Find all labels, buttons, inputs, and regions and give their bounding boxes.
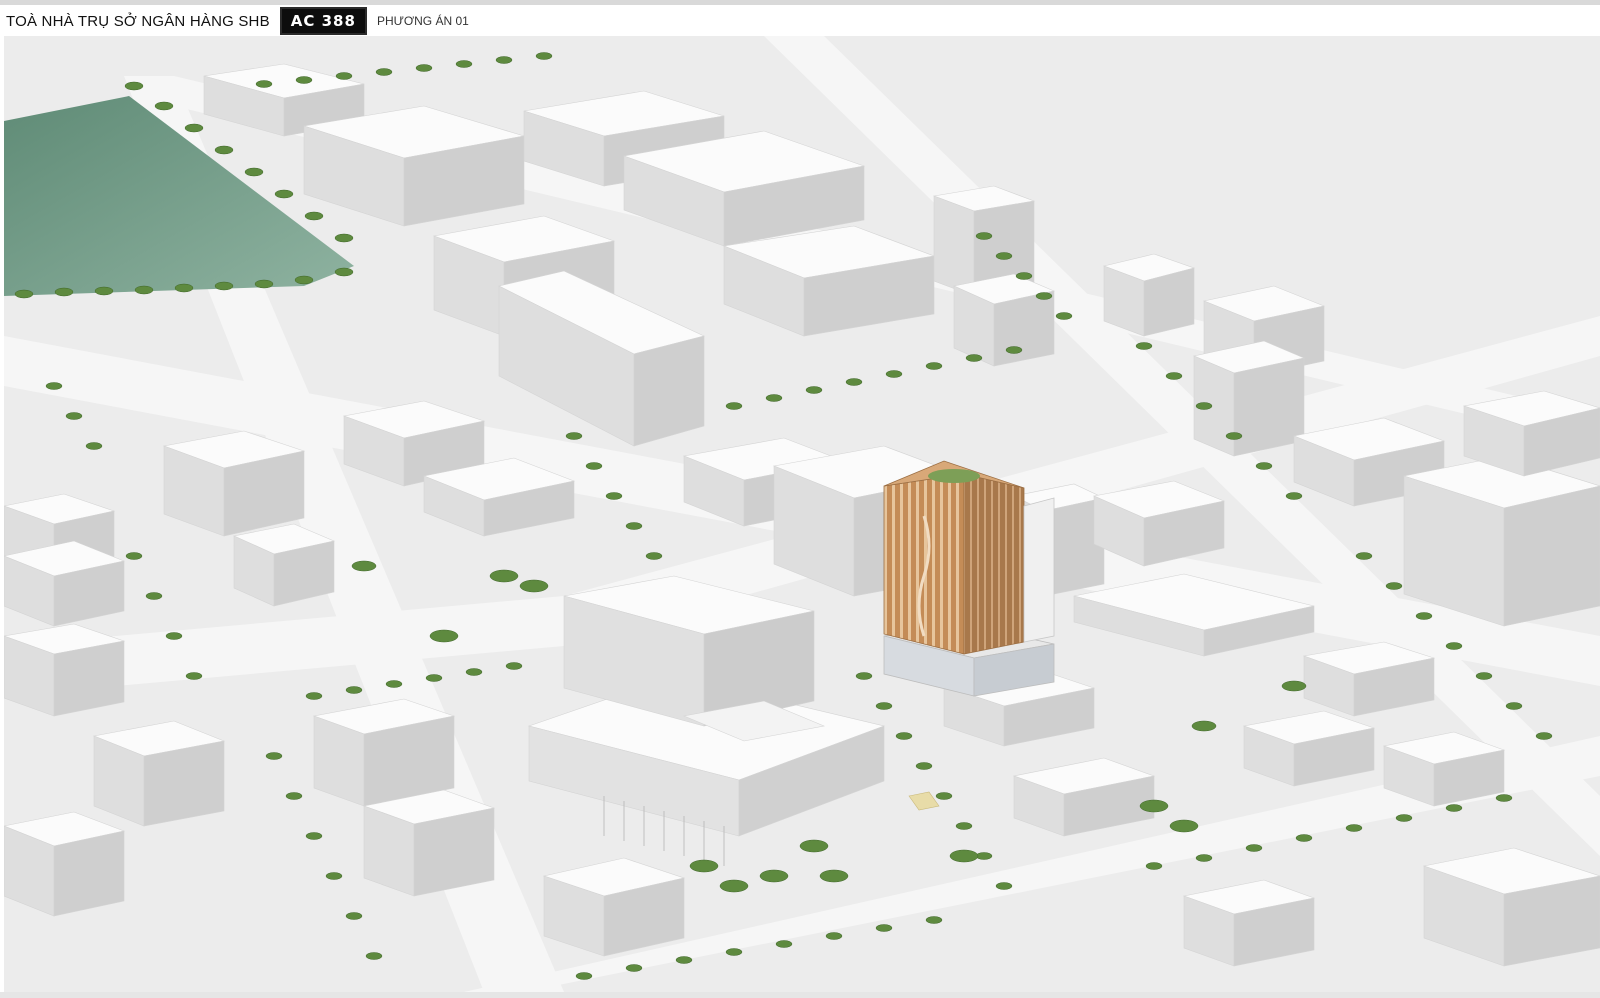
tower-roof-garden <box>928 469 980 483</box>
building-block <box>1182 879 1316 967</box>
building-block <box>1102 253 1196 337</box>
adjacent-annex <box>1023 497 1055 643</box>
building-block <box>362 789 496 897</box>
building-block <box>953 273 1055 367</box>
tower-facade-front <box>883 473 965 655</box>
drawing-sheet: TOÀ NHÀ TRỤ SỞ NGÂN HÀNG SHB AC 388 PHƯƠ… <box>0 0 1600 998</box>
building-block <box>162 430 306 537</box>
building-block <box>312 698 456 807</box>
building-block <box>1402 455 1600 627</box>
top-border <box>0 0 1600 5</box>
tower-facade-side <box>963 473 1025 655</box>
firm-logo-badge: AC 388 <box>279 7 367 35</box>
building-block <box>92 720 226 827</box>
building-block <box>4 623 126 717</box>
project-title: TOÀ NHÀ TRỤ SỞ NGÂN HÀNG SHB <box>6 12 270 30</box>
building-block <box>4 540 126 627</box>
bottom-border <box>0 992 1600 998</box>
option-label: PHƯƠNG ÁN 01 <box>376 14 469 28</box>
building-block <box>4 811 126 917</box>
building-block <box>233 523 335 607</box>
building-block <box>1193 340 1305 457</box>
building-block <box>542 857 686 957</box>
urban-massing-render <box>4 36 1600 992</box>
sheet-header: TOÀ NHÀ TRỤ SỞ NGÂN HÀNG SHB AC 388 PHƯƠ… <box>6 7 469 35</box>
